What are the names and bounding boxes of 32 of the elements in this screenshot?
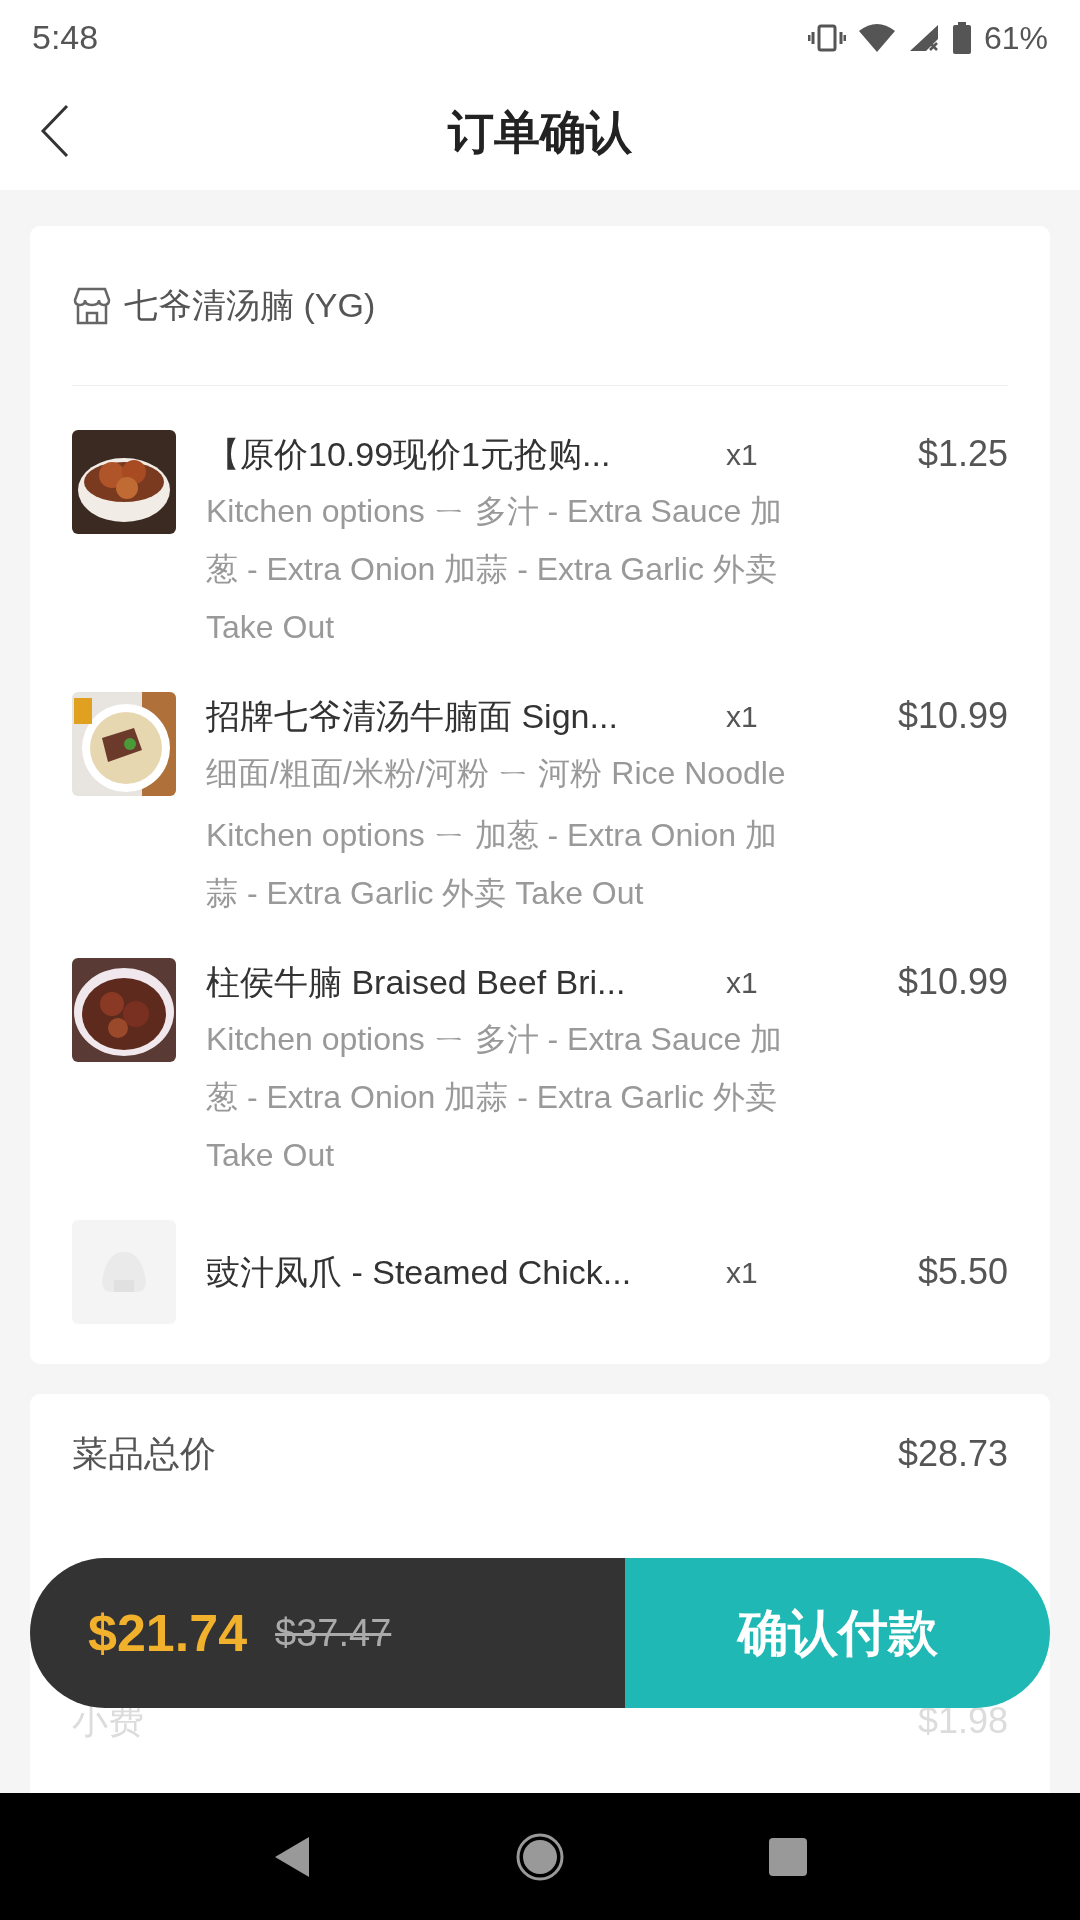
item-quantity: x1	[726, 436, 759, 473]
store-icon	[72, 285, 112, 326]
store-name: 七爷清汤腩 (YG)	[124, 285, 376, 326]
wifi-icon	[857, 22, 896, 53]
status-time: 5:48	[32, 17, 99, 58]
item-options: Kitchen options ㄧ 加葱 - Extra Onion 加蒜 - Extra Garlic 外卖 Take Out	[206, 806, 806, 922]
item-name: 豉汁凤爪 - Steamed Chick...	[206, 1251, 633, 1293]
item-price: $5.50	[916, 1250, 1008, 1294]
battery-icon	[951, 21, 972, 54]
nav-recents-button[interactable]	[768, 1836, 808, 1877]
battery-percent: 61%	[983, 18, 1048, 58]
item-name: 招牌七爷清汤牛腩面 Sign...	[206, 695, 619, 737]
item-quantity: x1	[726, 698, 759, 735]
item-options: Kitchen options ㄧ 多汁 - Extra Sauce 加葱 - Extra Onion 加蒜 - Extra Garlic 外卖 Take Out	[206, 482, 806, 656]
item-price: $10.99	[896, 960, 1008, 1004]
total-price: $21.74	[88, 1603, 248, 1664]
item-options: 细面/粗面/米粉/河粉 ㄧ 河粉 Rice Noodle	[206, 744, 806, 802]
summary-value: $28.73	[897, 1432, 1008, 1476]
placeholder-image-icon	[72, 1220, 176, 1324]
page-title: 订单确认	[448, 105, 632, 160]
item-options: Kitchen options ㄧ 多汁 - Extra Sauce 加葱 - Extra Onion 加蒜 - Extra Garlic 外卖 Take Out	[206, 1010, 806, 1184]
confirm-payment-button[interactable]: 确认付款	[625, 1558, 1050, 1708]
summary-label: 菜品总价	[72, 1432, 216, 1476]
item-price: $10.99	[896, 694, 1008, 738]
item-quantity: x1	[726, 964, 759, 1001]
item-quantity: x1	[726, 1254, 759, 1291]
item-price: $1.25	[916, 432, 1008, 476]
original-price: $37.47	[275, 1610, 392, 1656]
vibrate-icon	[807, 22, 846, 53]
nav-home-button[interactable]	[516, 1832, 564, 1881]
item-name: 【原价10.99现价1元抢购...	[206, 433, 612, 475]
item-name: 柱侯牛腩 Braised Beef Bri...	[206, 961, 627, 1003]
